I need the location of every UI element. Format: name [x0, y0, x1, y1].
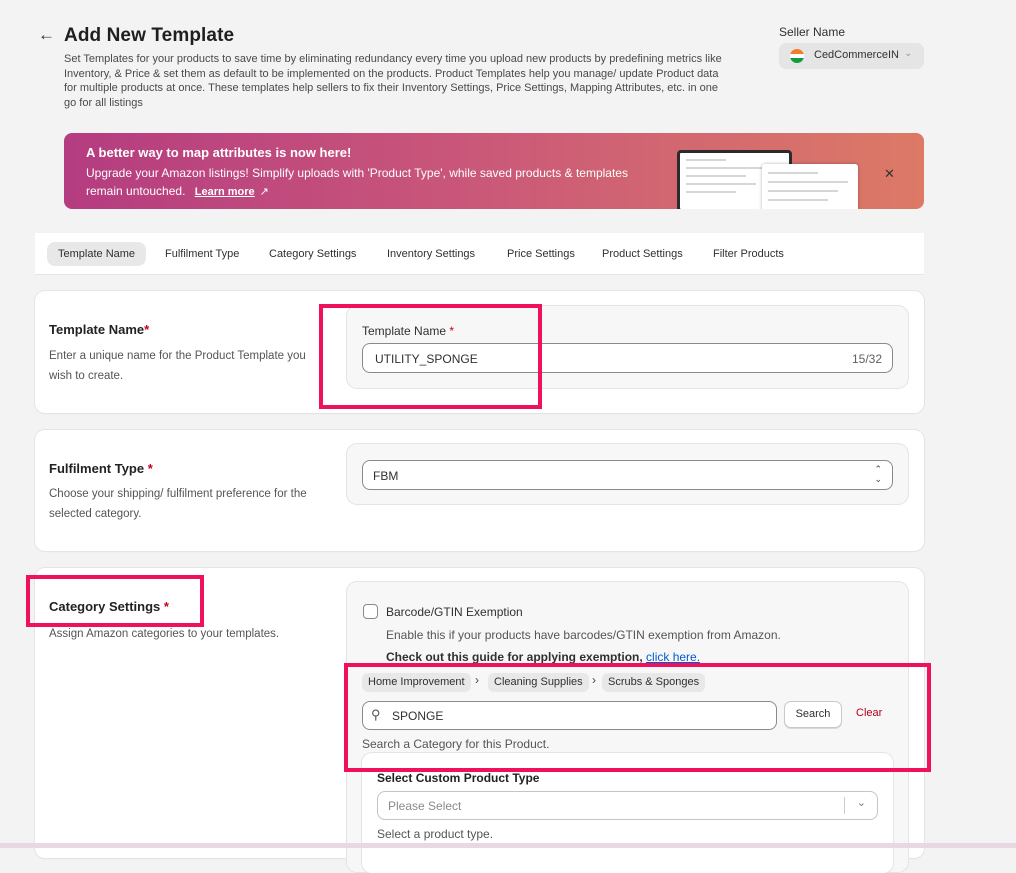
barcode-exemption-checkbox[interactable] — [363, 604, 378, 619]
banner-body: Upgrade your Amazon listings! Simplify u… — [86, 166, 628, 198]
highlight-category-settings — [26, 575, 204, 627]
custom-product-type-placeholder: Please Select — [388, 799, 462, 813]
highlight-category-search — [344, 663, 931, 772]
banner-title: A better way to map attributes is now he… — [86, 145, 352, 160]
form-screenshot-illustration — [762, 164, 858, 209]
seller-select-value: CedCommerceIN — [814, 49, 899, 61]
template-tabs: Template Name Fulfilment Type Category S… — [35, 233, 924, 275]
select-arrows-icon: ⌃ ⌄ — [874, 464, 882, 484]
seller-select[interactable]: CedCommerceIN ⌄ — [779, 43, 924, 69]
tab-inventory-settings[interactable]: Inventory Settings — [376, 242, 486, 266]
india-flag-icon — [790, 49, 804, 63]
fulfilment-type-select[interactable]: FBM ⌃ ⌄ — [362, 460, 893, 490]
bottom-strip — [0, 843, 1016, 848]
category-settings-description: Assign Amazon categories to your templat… — [49, 628, 280, 640]
learn-more-link[interactable]: Learn more — [195, 186, 255, 198]
back-arrow-icon[interactable]: ← — [38, 26, 56, 44]
exemption-guide: Check out this guide for applying exempt… — [386, 650, 701, 664]
barcode-exemption-help: Enable this if your products have barcod… — [386, 628, 781, 642]
select-divider — [844, 797, 845, 814]
page-title: Add New Template — [64, 25, 235, 46]
character-counter: 15/32 — [851, 352, 882, 366]
banner-text: Upgrade your Amazon listings! Simplify u… — [86, 164, 656, 201]
tab-category-settings[interactable]: Category Settings — [258, 242, 367, 266]
tab-product-settings[interactable]: Product Settings — [591, 242, 694, 266]
fulfilment-type-card: Fulfilment Type * Choose your shipping/ … — [35, 430, 924, 551]
custom-product-type-help: Select a product type. — [377, 827, 494, 841]
custom-product-type-select[interactable]: Please Select ⌄ — [377, 791, 878, 820]
fulfilment-type-description: Choose your shipping/ fulfilment prefere… — [49, 488, 307, 520]
template-name-title: Template Name* — [49, 322, 150, 337]
attribute-mapping-banner: A better way to map attributes is now he… — [64, 133, 924, 209]
fulfilment-type-title: Fulfilment Type * — [49, 461, 153, 476]
highlight-template-name — [319, 304, 542, 409]
custom-product-type-title: Select Custom Product Type — [377, 771, 540, 785]
fulfilment-type-value: FBM — [373, 469, 399, 483]
chevron-down-icon: ⌄ — [856, 797, 866, 809]
seller-name-label: Seller Name — [779, 25, 846, 39]
page-description: Set Templates for your products to save … — [64, 53, 722, 109]
template-name-description: Enter a unique name for the Product Temp… — [49, 350, 306, 382]
tab-fulfilment-type[interactable]: Fulfilment Type — [154, 242, 250, 266]
fulfilment-field-group: FBM ⌃ ⌄ — [347, 444, 908, 504]
chevron-down-icon: ⌄ — [904, 48, 913, 59]
tab-filter-products[interactable]: Filter Products — [702, 242, 795, 266]
click-here-link[interactable]: click here. — [646, 650, 700, 664]
external-link-icon: ↗ — [259, 186, 269, 198]
close-icon[interactable]: ✕ — [884, 166, 895, 182]
tab-template-name[interactable]: Template Name — [47, 242, 147, 266]
tab-price-settings[interactable]: Price Settings — [496, 242, 586, 266]
barcode-exemption-label: Barcode/GTIN Exemption — [386, 605, 523, 619]
